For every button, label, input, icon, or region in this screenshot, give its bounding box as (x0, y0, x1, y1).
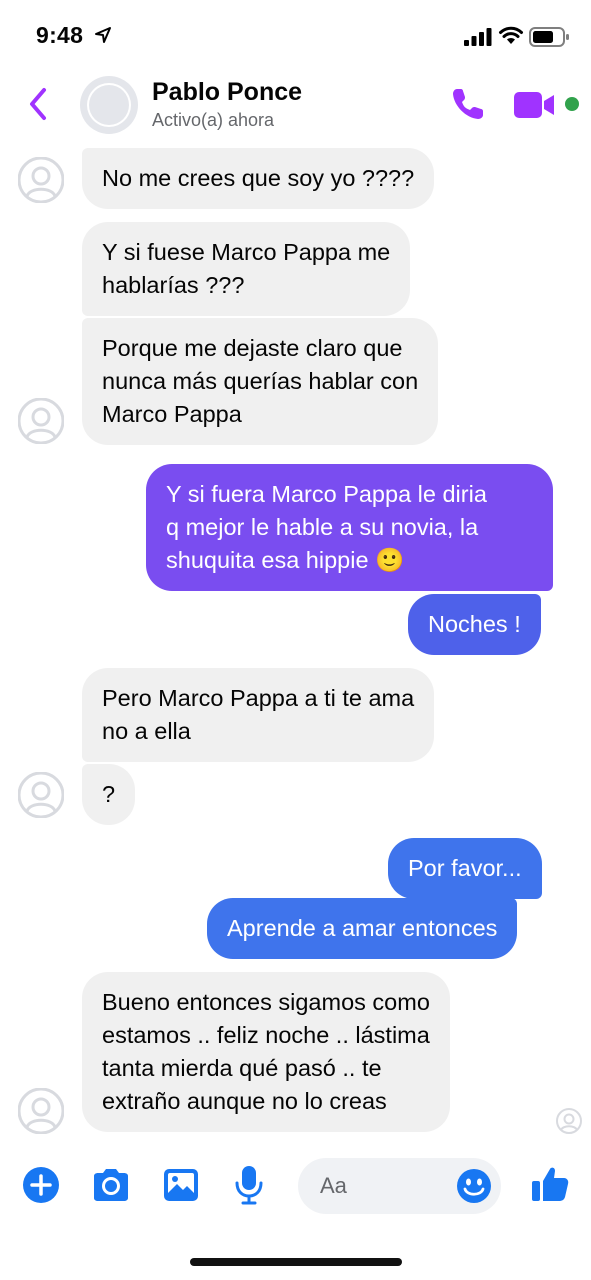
message-line: Porque me dejaste claro que (102, 335, 403, 361)
message-line: tanta mierda qué pasó .. te (102, 1055, 382, 1081)
back-chevron-icon[interactable] (24, 86, 54, 122)
message-outgoing[interactable]: Por favor... (388, 838, 542, 899)
message-line: Noches ! (428, 611, 521, 637)
avatar[interactable] (18, 772, 64, 818)
wifi-icon (499, 26, 523, 44)
message-outgoing[interactable]: Aprende a amar entonces (207, 898, 518, 959)
status-bar: 9:48 (0, 0, 591, 66)
contact-status: Activo(a) ahora (152, 110, 275, 130)
message-line: Marco Pappa (102, 401, 242, 427)
message-line: Por favor... (408, 855, 522, 881)
message-line: q mejor le hable a su novia, la (166, 514, 479, 540)
avatar[interactable] (18, 398, 64, 444)
message-line: Pero Marco Pappa a ti te ama (102, 685, 415, 711)
avatar[interactable] (18, 1088, 64, 1134)
battery-icon (529, 27, 569, 47)
avatar[interactable] (18, 157, 64, 203)
message-composer: Aa (0, 1148, 591, 1228)
camera-icon[interactable] (90, 1166, 132, 1204)
message-incoming[interactable]: Bueno entonces sigamos como estamos .. f… (82, 972, 450, 1132)
emoji-icon[interactable] (456, 1168, 492, 1204)
location-arrow-icon (95, 27, 111, 43)
message-incoming[interactable]: No me crees que soy yo ???? (82, 148, 435, 209)
image-icon[interactable] (162, 1166, 200, 1204)
message-outgoing[interactable]: Noches ! (408, 594, 541, 655)
home-indicator[interactable] (190, 1258, 402, 1266)
message-outgoing[interactable]: Y si fuera Marco Pappa le diria q mejor … (146, 464, 553, 591)
plus-icon[interactable] (22, 1166, 60, 1204)
online-status-dot (565, 97, 579, 111)
seen-receipt-avatar (556, 1108, 582, 1134)
message-incoming[interactable]: Y si fuese Marco Pappa me hablarías ??? (82, 222, 411, 316)
microphone-icon[interactable] (234, 1164, 264, 1206)
message-line: no a ella (102, 718, 191, 744)
status-time: 9:48 (36, 22, 84, 48)
message-line: ? (102, 781, 116, 807)
avatar[interactable] (80, 76, 138, 134)
video-call-icon[interactable] (512, 90, 558, 120)
message-line: shuquita esa hippie 🙂 (166, 547, 405, 573)
message-incoming[interactable]: Porque me dejaste claro que nunca más qu… (82, 318, 439, 445)
contact-name[interactable]: Pablo Ponce (152, 78, 302, 107)
message-line: Y si fuera Marco Pappa le diria (166, 481, 487, 507)
message-incoming[interactable]: ? (82, 764, 136, 825)
thumbs-up-icon[interactable] (530, 1164, 570, 1204)
chat-header: Pablo Ponce Activo(a) ahora (0, 66, 591, 144)
message-line: hablarías ??? (102, 272, 245, 298)
message-line: Y si fuese Marco Pappa me (102, 239, 391, 265)
message-input-placeholder: Aa (320, 1173, 347, 1198)
message-incoming[interactable]: Pero Marco Pappa a ti te ama no a ella (82, 668, 435, 762)
message-line: estamos .. feliz noche .. lástima (102, 1022, 430, 1048)
message-line: nunca más querías hablar con (102, 368, 419, 394)
phone-call-icon[interactable] (448, 84, 488, 124)
message-line: Aprende a amar entonces (227, 915, 498, 941)
message-line: extraño aunque no lo creas (102, 1088, 387, 1114)
message-line: No me crees que soy yo ???? (102, 165, 415, 191)
message-line: Bueno entonces sigamos como (102, 989, 430, 1015)
message-input[interactable]: Aa (298, 1158, 501, 1214)
cellular-signal-icon (464, 28, 492, 46)
